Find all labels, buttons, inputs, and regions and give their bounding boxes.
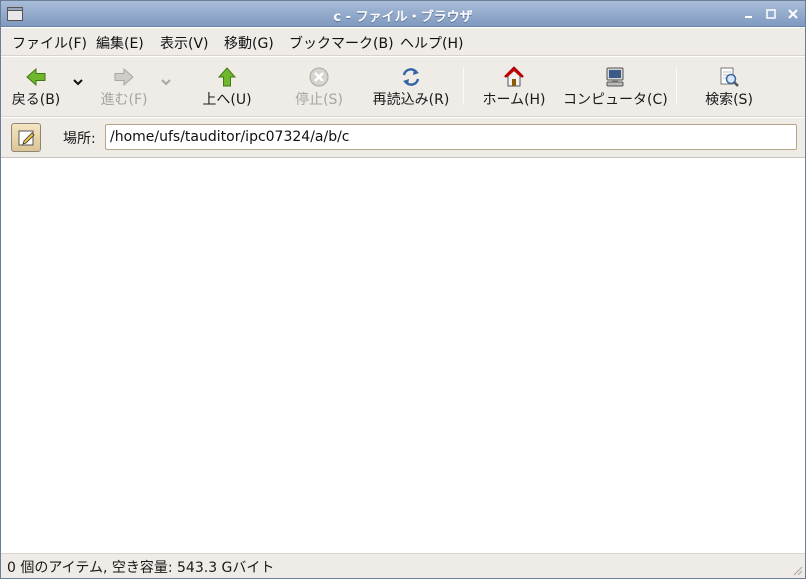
back-arrow-icon — [26, 67, 46, 87]
up-label: 上へ(U) — [202, 92, 252, 108]
minimize-button[interactable] — [741, 6, 757, 22]
reload-icon — [402, 68, 420, 86]
home-icon — [504, 66, 524, 87]
location-edit-toggle-button[interactable] — [11, 123, 41, 152]
reload-button[interactable]: 再読込み(R) — [367, 57, 455, 117]
back-button[interactable]: 戻る(B) — [5, 57, 67, 117]
up-button[interactable]: 上へ(U) — [193, 57, 261, 117]
maximize-icon — [766, 9, 776, 19]
menu-help[interactable]: ヘルプ(H) — [400, 33, 463, 53]
location-input[interactable] — [105, 124, 797, 150]
close-button[interactable] — [785, 6, 801, 22]
status-text: 0 個のアイテム, 空き容量: 543.3 Gバイト — [7, 560, 275, 576]
stop-label: 停止(S) — [295, 92, 343, 108]
search-button[interactable]: 検索(S) — [695, 57, 763, 117]
maximize-button[interactable] — [763, 6, 779, 22]
search-icon — [720, 67, 739, 87]
menu-view[interactable]: 表示(V) — [160, 33, 209, 53]
menu-go[interactable]: 移動(G) — [224, 33, 274, 53]
back-history-dropdown-icon[interactable] — [71, 75, 85, 89]
stop-button[interactable]: 停止(S) — [285, 57, 353, 117]
home-label: ホーム(H) — [482, 92, 546, 108]
back-label: 戻る(B) — [11, 92, 61, 108]
home-button[interactable]: ホーム(H) — [477, 57, 551, 117]
up-arrow-icon — [217, 67, 237, 87]
menu-edit[interactable]: 編集(E) — [96, 33, 144, 53]
computer-button[interactable]: コンピュータ(C) — [563, 57, 668, 117]
close-icon — [788, 9, 798, 19]
forward-button[interactable]: 進む(F) — [93, 57, 155, 117]
forward-label: 進む(F) — [100, 92, 148, 108]
forward-history-dropdown-icon[interactable] — [159, 75, 173, 89]
edit-pencil-icon — [18, 130, 35, 146]
reload-label: 再読込み(R) — [372, 92, 450, 108]
title-bar[interactable]: c - ファイル・ブラウザ — [1, 1, 805, 27]
menu-bar: ファイル(F) 編集(E) 表示(V) 移動(G) ブックマーク(B) ヘルプ(… — [1, 28, 805, 56]
toolbar-separator — [676, 67, 677, 105]
resize-grip-icon[interactable] — [791, 564, 803, 576]
stop-icon — [309, 67, 329, 87]
toolbar-separator — [463, 67, 464, 105]
toolbar: 戻る(B) 進む(F) 上へ(U) 停止(S) 再読込み(R) ホーム(H) コ… — [1, 57, 805, 117]
menu-bookmarks[interactable]: ブックマーク(B) — [289, 33, 394, 53]
location-label: 場所: — [63, 131, 96, 147]
computer-label: コンピュータ(C) — [563, 92, 668, 108]
computer-icon — [606, 67, 624, 87]
search-label: 検索(S) — [705, 92, 753, 108]
status-bar: 0 個のアイテム, 空き容量: 543.3 Gバイト — [1, 553, 805, 578]
minimize-icon — [745, 16, 752, 18]
file-browser-window: c - ファイル・ブラウザ ファイル(F) 編集(E) 表示(V) 移動(G) … — [0, 0, 806, 579]
forward-arrow-icon — [114, 67, 134, 87]
window-title: c - ファイル・ブラウザ — [333, 10, 473, 25]
location-bar: 場所: — [1, 118, 805, 158]
menu-file[interactable]: ファイル(F) — [12, 33, 87, 53]
file-list-area[interactable] — [1, 159, 805, 552]
